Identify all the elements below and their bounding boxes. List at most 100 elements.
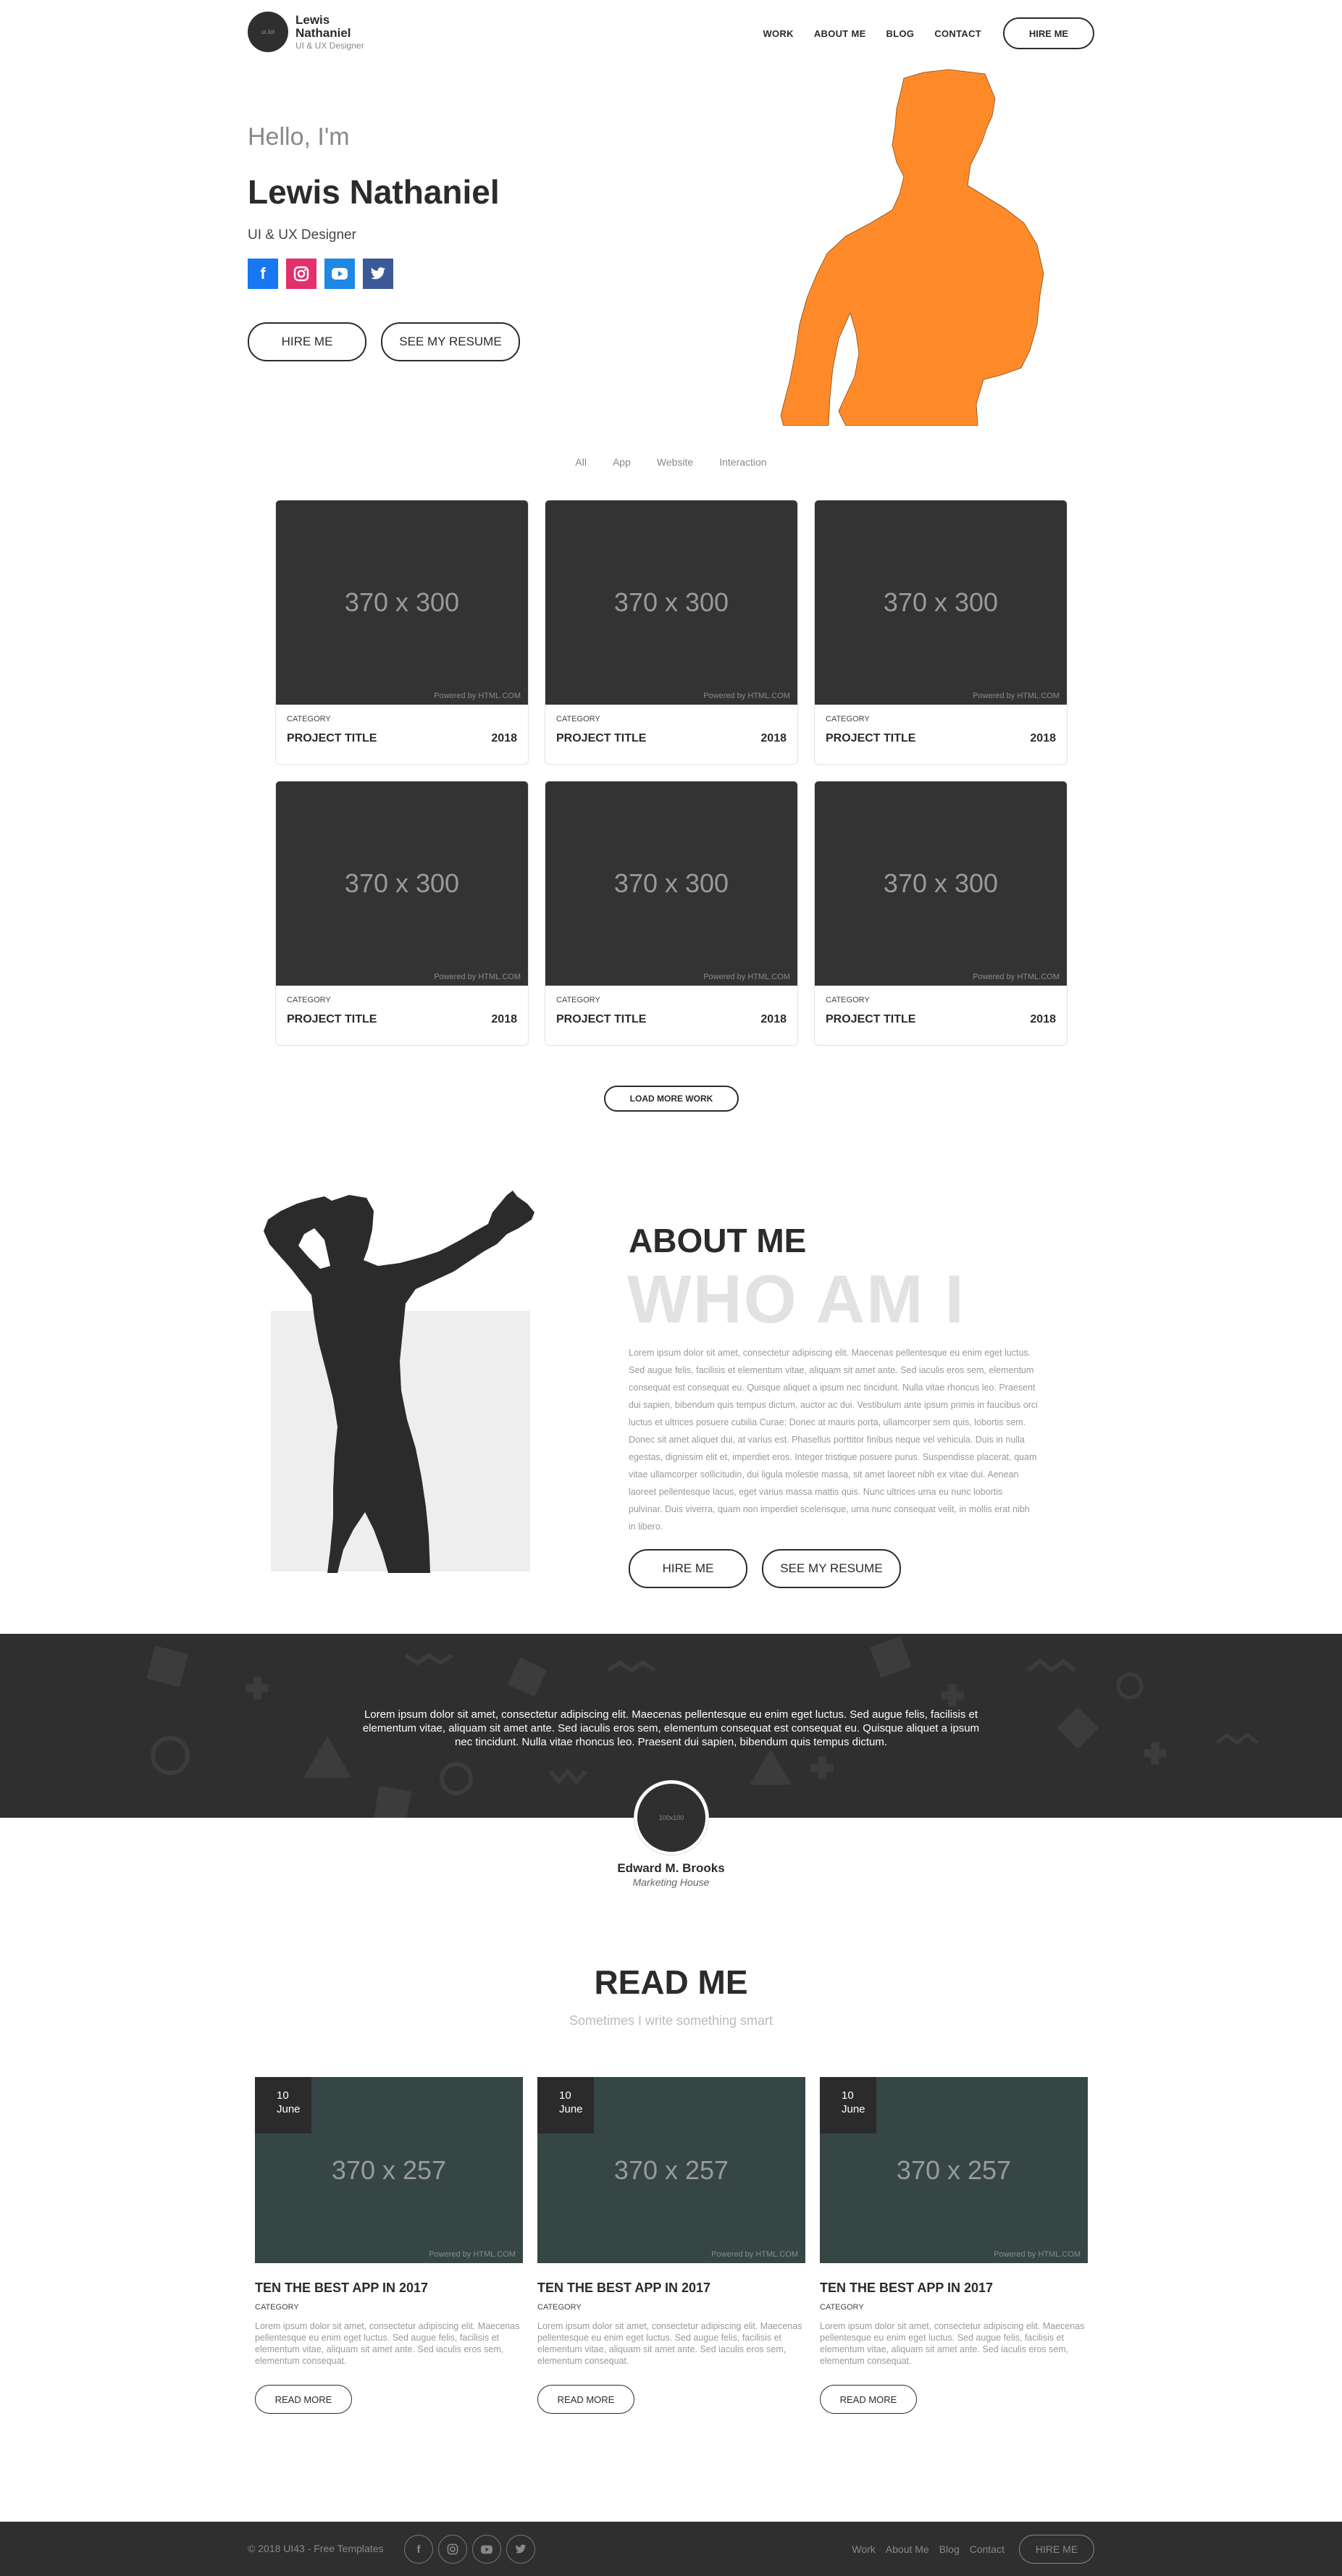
post-date-day: 10: [842, 2089, 854, 2102]
project-card[interactable]: 370 x 300 Powered by HTML.COM CATEGORY P…: [545, 500, 798, 765]
post-category: CATEGORY: [255, 2303, 299, 2312]
thumbnail-placeholder-size: 370 x 300: [344, 587, 460, 617]
post-title[interactable]: TEN THE BEST APP IN 2017: [537, 2281, 805, 2296]
thumbnail-credit: Powered by HTML.COM: [703, 692, 790, 700]
hero-buttons: HIRE ME SEE MY RESUME: [248, 322, 534, 361]
hero-greeting: Hello, I'm: [248, 123, 350, 151]
project-thumbnail: 370 x 300 Powered by HTML.COM: [276, 500, 528, 705]
project-year: 2018: [491, 1013, 517, 1025]
facebook-icon[interactable]: f: [248, 259, 278, 289]
nav-link-work[interactable]: WORK: [763, 28, 793, 39]
project-thumbnail: 370 x 300 Powered by HTML.COM: [815, 500, 1067, 705]
project-thumbnail: 370 x 300 Powered by HTML.COM: [276, 781, 528, 986]
footer-link-about-me[interactable]: About Me: [886, 2543, 929, 2555]
project-card[interactable]: 370 x 300 Powered by HTML.COM CATEGORY P…: [545, 781, 798, 1046]
instagram-icon[interactable]: [286, 259, 316, 289]
project-title: PROJECT TITLE: [556, 732, 647, 744]
about-text: Lorem ipsum dolor sit amet, consectetur …: [629, 1348, 1038, 1532]
project-thumbnail: 370 x 300 Powered by HTML.COM: [545, 781, 797, 986]
post-excerpt: Lorem ipsum dolor sit amet, consectetur …: [255, 2321, 520, 2366]
blog-posts: 10 June 370 x 257 Powered by HTML.COM TE…: [255, 2077, 1102, 2414]
project-title: PROJECT TITLE: [826, 732, 916, 744]
hero-silhouette-image: [780, 69, 1044, 426]
load-more-work-button[interactable]: LOAD MORE WORK: [604, 1086, 739, 1112]
blog-post: 10 June 370 x 257 Powered by HTML.COM TE…: [537, 2077, 805, 2414]
about-hire-me-button[interactable]: HIRE ME: [629, 1549, 747, 1588]
post-excerpt: Lorem ipsum dolor sit amet, consectetur …: [820, 2321, 1085, 2366]
post-date-day: 10: [559, 2089, 571, 2102]
project-category: CATEGORY: [287, 996, 331, 1004]
thumbnail-credit: Powered by HTML.COM: [994, 2250, 1081, 2259]
thumbnail-credit: Powered by HTML.COM: [434, 692, 521, 700]
post-thumbnail[interactable]: 10 June 370 x 257 Powered by HTML.COM: [255, 2077, 523, 2263]
post-thumbnail[interactable]: 10 June 370 x 257 Powered by HTML.COM: [820, 2077, 1088, 2263]
project-title: PROJECT TITLE: [287, 732, 377, 744]
youtube-icon[interactable]: [324, 259, 355, 289]
hero-see-resume-button[interactable]: SEE MY RESUME: [381, 322, 520, 361]
testimonial-avatar: 100x100: [634, 1781, 708, 1855]
post-date-month: June: [842, 2103, 865, 2115]
project-category: CATEGORY: [556, 715, 600, 723]
project-category: CATEGORY: [556, 996, 600, 1004]
filter-website[interactable]: Website: [657, 456, 693, 468]
blog-title: READ ME: [594, 1963, 748, 2001]
thumbnail-placeholder-size: 370 x 300: [883, 587, 999, 617]
nav-link-about-me[interactable]: ABOUT ME: [814, 28, 866, 39]
post-date-month: June: [559, 2103, 583, 2115]
testimonial-name: Edward M. Brooks: [617, 1861, 725, 1875]
filter-app[interactable]: App: [613, 456, 631, 468]
nav-link-contact[interactable]: CONTACT: [934, 28, 981, 39]
instagram-icon[interactable]: [438, 2535, 467, 2564]
footer-social-links: f: [404, 2535, 540, 2564]
project-card[interactable]: 370 x 300 Powered by HTML.COM CATEGORY P…: [814, 781, 1068, 1046]
post-title[interactable]: TEN THE BEST APP IN 2017: [255, 2281, 523, 2296]
thumbnail-credit: Powered by HTML.COM: [703, 973, 790, 981]
testimonial-company: Marketing House: [632, 1876, 710, 1888]
project-category: CATEGORY: [287, 715, 331, 723]
project-title: PROJECT TITLE: [556, 1013, 647, 1025]
nav-links: WORK ABOUT ME BLOG CONTACT HIRE ME: [742, 17, 1094, 49]
read-more-button[interactable]: READ MORE: [820, 2385, 917, 2414]
project-year: 2018: [760, 1013, 787, 1025]
read-more-button[interactable]: READ MORE: [537, 2385, 634, 2414]
thumbnail-credit: Powered by HTML.COM: [973, 973, 1060, 981]
brand[interactable]: ui.kit Lewis Nathaniel UI & UX Designer: [248, 12, 364, 52]
filter-interaction[interactable]: Interaction: [719, 456, 766, 468]
blog-post: 10 June 370 x 257 Powered by HTML.COM TE…: [820, 2077, 1088, 2414]
thumbnail-placeholder-size: 370 x 257: [331, 2155, 447, 2185]
about-see-resume-button[interactable]: SEE MY RESUME: [762, 1549, 901, 1588]
thumbnail-credit: Powered by HTML.COM: [711, 2250, 798, 2259]
project-card[interactable]: 370 x 300 Powered by HTML.COM CATEGORY P…: [814, 500, 1068, 765]
project-title: PROJECT TITLE: [826, 1013, 916, 1025]
hero-social-links: f: [248, 259, 401, 289]
facebook-icon[interactable]: f: [404, 2535, 433, 2564]
thumbnail-credit: Powered by HTML.COM: [434, 973, 521, 981]
thumbnail-placeholder-size: 370 x 257: [613, 2155, 729, 2185]
nav-link-blog[interactable]: BLOG: [886, 28, 915, 39]
thumbnail-placeholder-size: 370 x 300: [344, 868, 460, 898]
project-card[interactable]: 370 x 300 Powered by HTML.COM CATEGORY P…: [275, 781, 529, 1046]
youtube-icon[interactable]: [472, 2535, 501, 2564]
post-title[interactable]: TEN THE BEST APP IN 2017: [820, 2281, 1088, 2296]
twitter-icon[interactable]: [506, 2535, 535, 2564]
project-category: CATEGORY: [826, 715, 870, 723]
project-card[interactable]: 370 x 300 Powered by HTML.COM CATEGORY P…: [275, 500, 529, 765]
nav-hire-me-button[interactable]: HIRE ME: [1003, 17, 1094, 49]
footer-hire-me-button[interactable]: HIRE ME: [1019, 2535, 1094, 2564]
post-category: CATEGORY: [537, 2303, 582, 2312]
footer-link-blog[interactable]: Blog: [939, 2543, 960, 2555]
post-category: CATEGORY: [820, 2303, 864, 2312]
read-more-button[interactable]: READ MORE: [255, 2385, 352, 2414]
thumbnail-placeholder-size: 370 x 300: [613, 587, 729, 617]
portfolio-filters: All App Website Interaction: [0, 456, 1342, 468]
footer-link-work[interactable]: Work: [852, 2543, 875, 2555]
post-date-badge: 10 June: [820, 2077, 876, 2134]
twitter-icon[interactable]: [363, 259, 393, 289]
footer-copyright: © 2018 UI43 - Free Templates: [248, 2543, 384, 2554]
about-buttons: HIRE ME SEE MY RESUME: [629, 1549, 915, 1588]
thumbnail-credit: Powered by HTML.COM: [429, 2250, 516, 2259]
footer-link-contact[interactable]: Contact: [970, 2543, 1005, 2555]
filter-all[interactable]: All: [575, 456, 587, 468]
post-thumbnail[interactable]: 10 June 370 x 257 Powered by HTML.COM: [537, 2077, 805, 2263]
hero-hire-me-button[interactable]: HIRE ME: [248, 322, 366, 361]
